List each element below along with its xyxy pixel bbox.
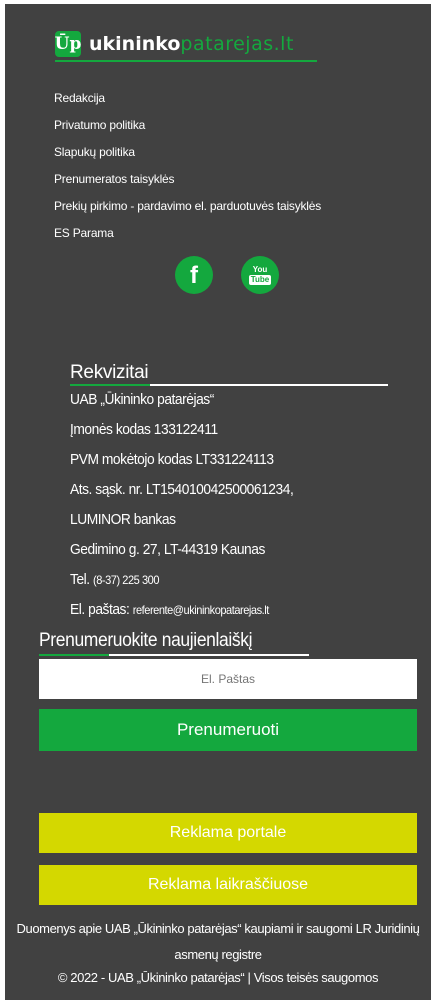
company-details: UAB „Ūkininko patarėjas“ Įmonės kodas 13…: [70, 392, 313, 632]
email-value[interactable]: referente@ukininkopatarejas.lt: [133, 603, 270, 617]
copyright-text: © 2022 - UAB „Ūkininko patarėjas“ | Viso…: [57, 970, 379, 985]
phone-row: Tel. (8-37) 225 300: [70, 572, 293, 602]
email-row: El. paštas: referente@ukininkopatarejas.…: [70, 602, 293, 632]
ad-portal-button[interactable]: Reklama portale: [39, 813, 417, 853]
phone-label: Tel.: [70, 571, 90, 588]
link-es-parama[interactable]: ES Parama: [54, 226, 114, 240]
phone-value[interactable]: (8-37) 225 300: [93, 573, 159, 587]
site-footer: Ūp ukininkopatarejas.lt Redakcija Privat…: [5, 4, 431, 1000]
newsletter-underline-accent: [39, 654, 109, 656]
newsletter-underline: [109, 654, 309, 656]
youtube-you-text: You: [252, 264, 268, 274]
rekvizitai-underline-accent: [70, 384, 150, 386]
youtube-icon[interactable]: You Tube: [241, 256, 279, 294]
rekvizitai-underline: [150, 384, 388, 386]
ad-newspapers-button[interactable]: Reklama laikraščiuose: [39, 865, 417, 905]
logo-name-accent: patarejas.lt: [180, 33, 294, 55]
company-name: UAB „Ūkininko patarėjas“: [70, 391, 214, 408]
link-prenumeratos-taisykles[interactable]: Prenumeratos taisyklės: [54, 172, 175, 186]
link-redakcija[interactable]: Redakcija: [54, 91, 105, 105]
footer-links: Redakcija Privatumo politika Slapukų pol…: [54, 89, 321, 251]
facebook-glyph: f: [190, 262, 198, 289]
link-privatumo-politika[interactable]: Privatumo politika: [54, 118, 145, 132]
newsletter-email-input[interactable]: [39, 659, 417, 699]
newsletter-title: Prenumeruokite naujienlaiškį: [39, 630, 253, 651]
company-address: Gedimino g. 27, LT-44319 Kaunas: [70, 541, 265, 558]
rekvizitai-title: Rekvizitai: [70, 362, 149, 383]
subscribe-button[interactable]: Prenumeruoti: [39, 709, 417, 751]
logo-name-main: ukininko: [89, 33, 181, 55]
site-logo[interactable]: Ūp ukininkopatarejas.lt: [55, 26, 294, 62]
bank-account: Ats. sąsk. nr. LT154010042500061234,: [70, 481, 294, 498]
logo-mark-icon: Ūp: [55, 31, 81, 57]
vat-code: PVM mokėtojo kodas LT331224113: [70, 451, 274, 468]
email-label: El. paštas:: [70, 601, 130, 618]
youtube-glyph: You Tube: [248, 264, 272, 285]
company-code: Įmonės kodas 133122411: [70, 421, 218, 438]
registry-notice: Duomenys apie UAB „Ūkininko patarėjas“ k…: [16, 921, 420, 962]
logo-text: ukininkopatarejas.lt: [89, 33, 294, 55]
logo-underline: [55, 60, 317, 62]
link-slapuku-politika[interactable]: Slapukų politika: [54, 145, 135, 159]
facebook-icon[interactable]: f: [175, 256, 213, 294]
social-links: f You Tube: [175, 256, 279, 294]
link-prekiu-pirkimo-taisykles[interactable]: Prekių pirkimo - pardavimo el. parduotuv…: [54, 199, 321, 213]
bank-name: LUMINOR bankas: [70, 511, 176, 528]
youtube-tube-text: Tube: [248, 274, 272, 285]
